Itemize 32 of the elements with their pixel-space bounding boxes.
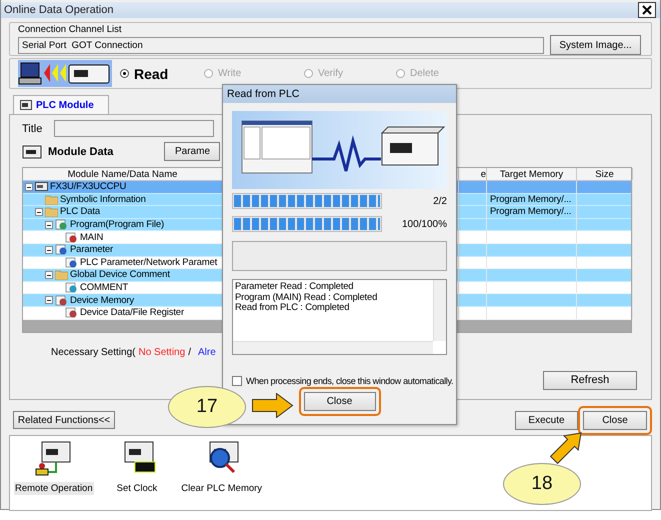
window-title: Online Data Operation	[4, 4, 114, 16]
module-data-label: Module Data	[48, 146, 114, 158]
no-setting-label: No Setting	[138, 346, 186, 358]
tree-item-label: Device Memory	[70, 294, 134, 306]
already-setting-label: Alre	[198, 346, 216, 358]
connection-field: Serial Port GOT Connection	[18, 36, 544, 54]
tree-item-label: PLC Data	[60, 206, 100, 218]
log-line: Read from PLC : Completed	[235, 303, 350, 314]
progress-reading: 2/2	[433, 196, 447, 206]
necessary-setting-label: Necessary Setting(	[51, 346, 136, 358]
separator-text: /	[188, 346, 191, 358]
tree-item-label: Device Data/File Register	[80, 307, 184, 318]
tree-item-label: PLC Parameter/Network Paramet	[80, 256, 218, 268]
dialog-title: Read from PLC	[227, 88, 300, 100]
tree-item-label: FX3U/FX3UCCPU	[50, 181, 126, 192]
column-header: e	[459, 168, 487, 180]
tree-item-label: COMMENT	[80, 282, 128, 294]
log-line: Parameter Read : Completed	[235, 282, 354, 292]
column-header: Target Memory	[487, 168, 577, 180]
tree-item-label: Symbolic Information	[60, 194, 146, 205]
progress-reading: 100/100%	[402, 218, 447, 230]
table-cell: Program Memory/...	[490, 194, 572, 205]
column-header: Size	[577, 168, 633, 180]
table-cell: Program Memory/...	[490, 206, 572, 218]
tree-item-label: Program(Program File)	[70, 219, 164, 230]
tree-item-label: MAIN	[80, 232, 104, 243]
group-label: Connection Channel List	[18, 24, 122, 35]
title-label: Title	[22, 122, 42, 134]
tree-item-label: Parameter	[70, 244, 114, 256]
log-line: Program (MAIN) Read : Completed	[235, 292, 378, 303]
tree-item-label: Global Device Comment	[70, 269, 170, 280]
auto-close-label: When processing ends, close this window automatically.	[246, 376, 454, 386]
